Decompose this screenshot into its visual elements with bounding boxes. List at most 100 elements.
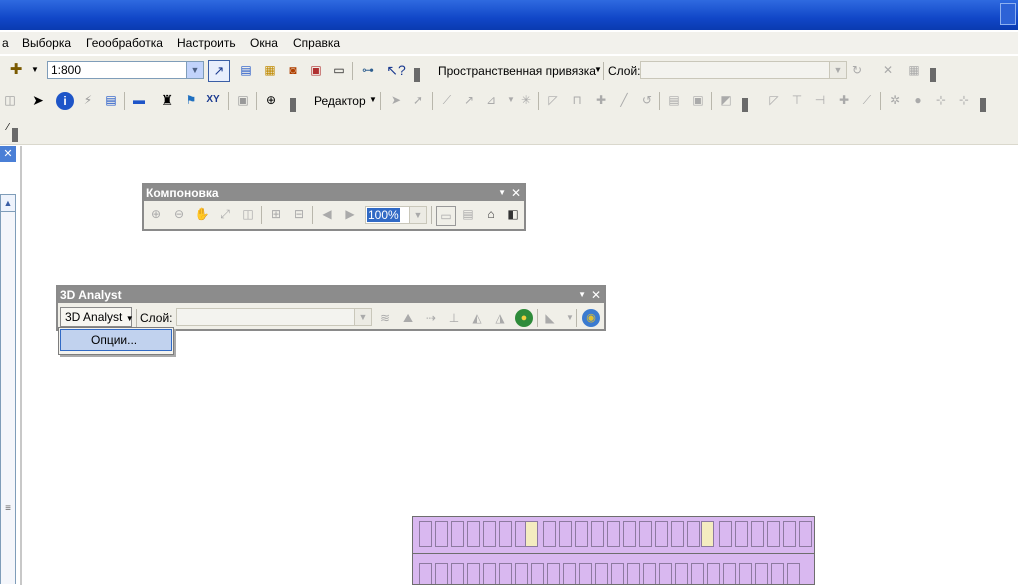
scroll-grip-icon[interactable]: ≡ [0, 501, 16, 517]
zoom-in-icon[interactable]: ⊕ [148, 206, 164, 222]
hyperlink-icon[interactable]: ⚡ [80, 92, 96, 108]
georeferencing-icon[interactable]: ↻ [849, 62, 865, 78]
chevron-down-icon[interactable]: ▼ [498, 185, 506, 201]
menu-item-customize[interactable]: Настроить [177, 36, 236, 50]
layout-toolbar-title-bar[interactable]: Компоновка ▼ ✕ [144, 185, 524, 201]
menu-item-geoprocessing[interactable]: Геообработка [86, 36, 163, 50]
chevron-down-icon[interactable]: ▼ [578, 287, 586, 303]
contour-icon[interactable]: ≋ [377, 310, 393, 326]
generalize-icon[interactable]: ✲ [887, 92, 903, 108]
add-control-points-icon[interactable]: ✕ [880, 62, 896, 78]
zoom-100-icon[interactable]: ◫ [240, 206, 256, 222]
network-icon[interactable]: ⊹ [956, 92, 972, 108]
cut-polygons-icon[interactable]: ✚ [593, 92, 609, 108]
identify-icon[interactable]: i [56, 92, 74, 110]
chevron-down-icon[interactable]: ▼ [829, 62, 846, 78]
interpolate-polygon-icon[interactable]: ◮ [492, 310, 508, 326]
menu-item-options[interactable]: Опции... [60, 329, 172, 351]
toolbar-grip-icon[interactable] [930, 68, 936, 82]
extend-icon[interactable]: ⊤ [789, 92, 805, 108]
toolbar-grip-icon[interactable] [414, 68, 420, 82]
add-data-icon[interactable]: ✚ [8, 62, 24, 78]
trace-icon[interactable]: ⊿ [483, 92, 499, 108]
go-back-icon[interactable]: ◀ [319, 206, 335, 222]
scroll-up-icon[interactable]: ▲ [0, 194, 16, 212]
find-icon[interactable]: ♜ [159, 92, 175, 108]
focus-data-frame-icon[interactable]: ▤ [460, 206, 476, 222]
close-icon[interactable]: ✕ [511, 185, 521, 201]
pan-icon[interactable]: ✋ [194, 206, 210, 222]
rotate-tool-icon[interactable]: ↺ [639, 92, 655, 108]
arcglobe-icon[interactable]: ● [515, 309, 533, 327]
3d-analyst-toolbar-window[interactable]: 3D Analyst ▼ ✕ 3D Analyst ▼ Слой: ▼ ≋ ⛰ … [56, 285, 606, 331]
html-popup-icon[interactable]: ▤ [103, 92, 119, 108]
zoom-whole-page-icon[interactable]: ⤢ [217, 206, 233, 222]
split-tool-icon[interactable]: ╱ [616, 92, 632, 108]
layout-toolbar-window[interactable]: Компоновка ▼ ✕ ⊕ ⊖ ✋ ⤢ ◫ ⊞ ⊟ ◀ ▶ 100% ▼ … [142, 183, 526, 231]
link-table-icon[interactable]: ▦ [906, 62, 922, 78]
building-plan-feature[interactable] [412, 516, 815, 585]
chevron-down-icon[interactable]: ▼ [365, 92, 381, 108]
python-window-icon[interactable]: ▭ [331, 62, 347, 78]
change-layout-icon[interactable]: ⌂ [483, 206, 499, 222]
snapping-menu-button[interactable]: Пространственная привязка [438, 64, 596, 78]
point-icon[interactable]: ✳ [518, 92, 534, 108]
end-point-arc-icon[interactable]: ↗ [461, 92, 477, 108]
toolbar-grip-icon[interactable] [290, 98, 296, 112]
interpolate-line-icon[interactable]: ◭ [469, 310, 485, 326]
3d-analyst-layer-combo[interactable]: ▼ [176, 308, 372, 326]
interpolate-point-icon[interactable]: ⊥ [446, 310, 462, 326]
toolbar-grip-icon[interactable] [12, 128, 18, 142]
select-elements-icon[interactable]: ➤ [30, 92, 46, 108]
find-route-icon[interactable]: ⚑ [183, 92, 199, 108]
layer-combo[interactable]: ▼ [640, 61, 847, 79]
edit-vertices-icon[interactable]: ◸ [545, 92, 561, 108]
3d-analyst-menu-button[interactable]: 3D Analyst ▼ [60, 307, 134, 327]
editor-toolbar-icon[interactable]: ↗ [208, 60, 230, 82]
fixed-zoom-out-icon[interactable]: ⊟ [291, 206, 307, 222]
toolbar-grip-icon[interactable] [742, 98, 748, 112]
trim-icon[interactable]: ⊣ [812, 92, 828, 108]
catalog-icon[interactable]: ▦ [262, 62, 278, 78]
close-icon[interactable]: ✕ [591, 287, 601, 303]
topology-icon[interactable]: ⊹ [933, 92, 949, 108]
measure-icon[interactable]: ▬ [131, 92, 147, 108]
create-viewer-window-icon[interactable]: ⊕ [263, 92, 279, 108]
toolbar-grip-icon[interactable] [980, 98, 986, 112]
map-scale-combo[interactable]: 1:800 ▼ [47, 61, 204, 79]
vertical-scrollbar[interactable] [0, 212, 16, 584]
profile-graph-icon[interactable]: ◣ [542, 310, 558, 326]
toggle-draft-mode-icon[interactable]: ▭ [436, 206, 456, 226]
menu-item-windows[interactable]: Окна [250, 36, 278, 50]
menu-item-help[interactable]: Справка [293, 36, 340, 50]
parallel-icon[interactable]: ⟋ [859, 92, 875, 108]
edit-tool-icon[interactable]: ➤ [388, 92, 404, 108]
whats-this-icon[interactable]: ↖? [386, 62, 406, 78]
reshape-feature-icon[interactable]: ⊓ [569, 92, 585, 108]
menu-item-file[interactable]: а [2, 36, 9, 50]
go-to-xy-icon[interactable]: XY [205, 92, 221, 108]
edit-annotation-icon[interactable]: ➚ [410, 92, 426, 108]
layout-zoom-combo[interactable]: 100% ▼ [365, 206, 427, 224]
chevron-down-icon[interactable]: ▼ [186, 62, 203, 78]
menu-item-selection[interactable]: Выборка [22, 36, 71, 50]
topology-edit-icon[interactable]: ◸ [766, 92, 782, 108]
3d-analyst-title-bar[interactable]: 3D Analyst ▼ ✕ [58, 287, 604, 303]
data-driven-pages-icon[interactable]: ◧ [505, 206, 521, 222]
create-features-icon[interactable]: ◩ [718, 92, 734, 108]
full-extent-icon[interactable]: ◫ [2, 92, 18, 108]
line-intersection-icon[interactable]: ✚ [836, 92, 852, 108]
attributes-icon[interactable]: ▤ [666, 92, 682, 108]
line-of-sight-icon[interactable]: ⇢ [423, 310, 439, 326]
arctoolbox-icon[interactable]: ▣ [308, 62, 324, 78]
table-of-contents-icon[interactable]: ▤ [238, 62, 254, 78]
chevron-down-icon[interactable]: ▼ [503, 92, 519, 108]
model-builder-icon[interactable]: ⊶ [360, 62, 376, 78]
chevron-down-icon[interactable]: ▼ [409, 207, 426, 223]
circle-icon[interactable]: ● [910, 92, 926, 108]
straight-segment-icon[interactable]: ⟋ [439, 92, 455, 108]
sketch-properties-icon[interactable]: ▣ [690, 92, 706, 108]
fixed-zoom-in-icon[interactable]: ⊞ [268, 206, 284, 222]
time-slider-icon[interactable]: ▣ [235, 92, 251, 108]
zoom-out-icon[interactable]: ⊖ [171, 206, 187, 222]
